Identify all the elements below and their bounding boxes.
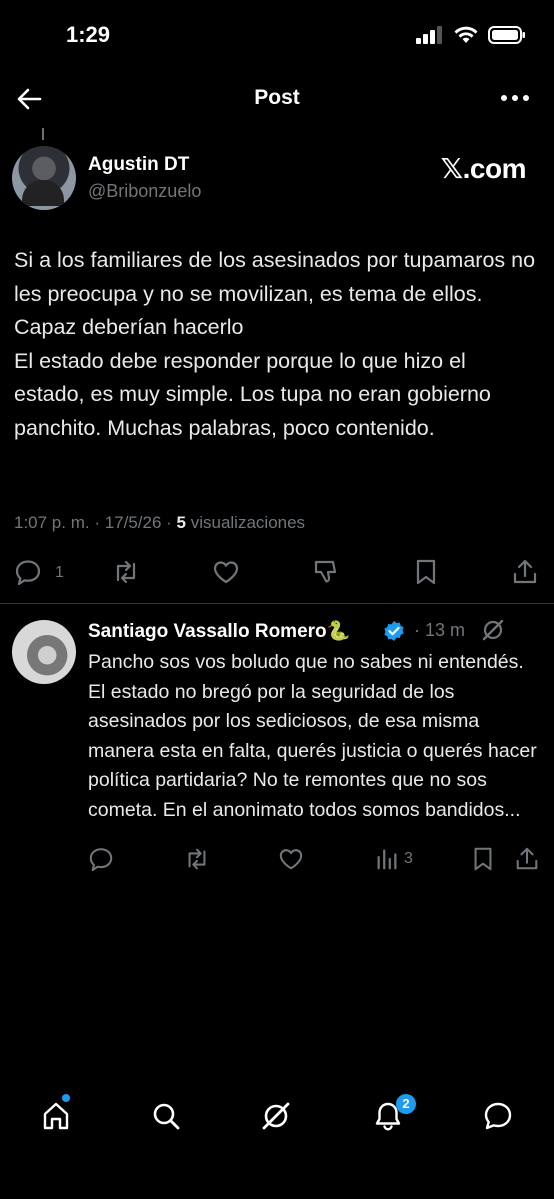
- grok-icon[interactable]: [260, 1100, 292, 1132]
- like-icon[interactable]: [278, 846, 304, 872]
- reply-actions: 3: [0, 842, 554, 878]
- like-icon[interactable]: [212, 558, 240, 586]
- post-actions: 1: [0, 552, 554, 592]
- page-title: Post: [254, 86, 300, 109]
- reply-time: · 13 m: [414, 620, 466, 640]
- share-icon[interactable]: [514, 846, 540, 872]
- reply-icon[interactable]: [14, 558, 42, 586]
- post-text: Si a los familiares de los asesinados po…: [14, 248, 536, 440]
- more-options-icon[interactable]: [500, 90, 530, 106]
- wifi-icon: [454, 26, 478, 43]
- messages-icon[interactable]: [482, 1100, 514, 1132]
- status-icons: [416, 26, 526, 44]
- reply-icon[interactable]: [88, 846, 114, 872]
- status-time: 1:29: [66, 22, 111, 47]
- views-icon[interactable]: [374, 846, 400, 872]
- battery-icon: [488, 26, 525, 44]
- author-handle[interactable]: @Bribonzuelo: [88, 181, 201, 202]
- notifications-badge: 2: [396, 1094, 416, 1114]
- source-label: 𝕏.com: [440, 153, 527, 184]
- author-name[interactable]: Agustin DT: [88, 154, 189, 176]
- reply-author-name[interactable]: Santiago Vassallo Romero🐍: [88, 619, 350, 643]
- post-timestamp: 1:07 p. m. · 17/5/26 ·: [14, 513, 177, 532]
- bookmark-icon[interactable]: [470, 846, 496, 872]
- home-icon[interactable]: [40, 1100, 72, 1132]
- divider: [0, 603, 554, 604]
- grok-icon[interactable]: [480, 617, 506, 643]
- reply-avatar[interactable]: [12, 620, 76, 684]
- home-unread-dot: [62, 1094, 70, 1102]
- reply-text: Pancho sos vos boludo que no sabes ni en…: [88, 651, 537, 821]
- verified-badge-icon: [384, 621, 404, 641]
- post-meta: 1:07 p. m. · 17/5/26 · 5 visualizaciones: [14, 513, 305, 533]
- reply-views-count: 3: [404, 850, 413, 867]
- repost-icon[interactable]: [184, 846, 210, 872]
- thread-line: [42, 128, 44, 140]
- views-label: visualizaciones: [186, 513, 306, 532]
- bookmark-icon[interactable]: [412, 558, 440, 586]
- bottom-navigation: [0, 1090, 554, 1140]
- reply-count: 1: [55, 564, 64, 581]
- dislike-icon[interactable]: [312, 558, 340, 586]
- repost-icon[interactable]: [112, 558, 140, 586]
- views-count: 5: [176, 513, 186, 532]
- signal-icon: [416, 26, 442, 44]
- author-avatar[interactable]: [12, 146, 76, 210]
- share-icon[interactable]: [511, 558, 539, 586]
- search-icon[interactable]: [150, 1100, 182, 1132]
